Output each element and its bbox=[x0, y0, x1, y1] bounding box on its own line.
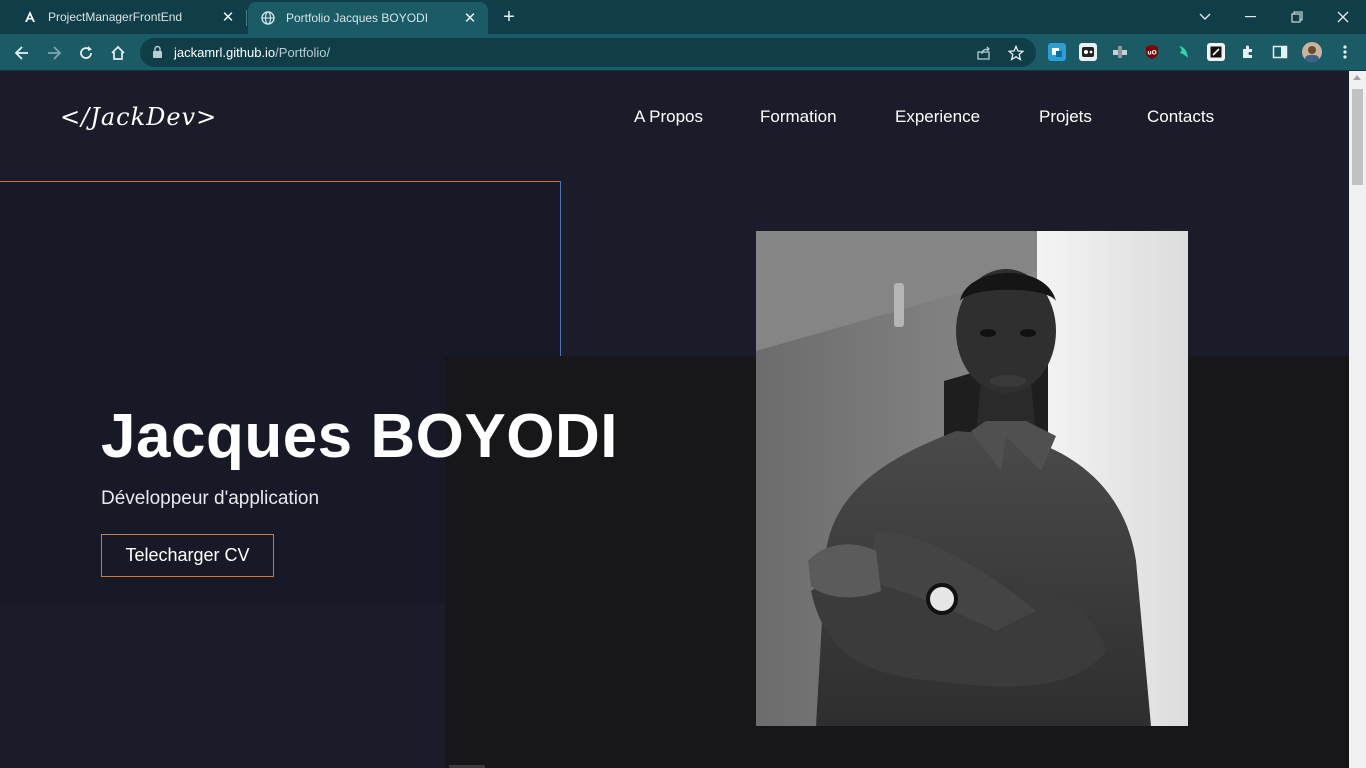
page-scrollbar[interactable] bbox=[1349, 71, 1366, 768]
tab-strip: ProjectManagerFrontEnd ✕ Portfolio Jacqu… bbox=[0, 0, 1366, 34]
extension-translate-icon[interactable] bbox=[1048, 43, 1066, 61]
portfolio-page: </JackDev> A Propos Formation Experience… bbox=[0, 71, 1349, 768]
scroll-up-arrow-icon[interactable] bbox=[1353, 75, 1361, 80]
close-tab-icon[interactable]: ✕ bbox=[218, 7, 238, 27]
bookmark-star-icon[interactable] bbox=[1007, 44, 1025, 62]
lock-icon[interactable] bbox=[152, 45, 163, 64]
nav-a-propos[interactable]: A Propos bbox=[634, 107, 703, 127]
hero-frame-accent-line bbox=[560, 181, 561, 356]
angular-icon bbox=[22, 9, 38, 25]
address-bar[interactable]: jackamrl.github.io/Portfolio/ bbox=[140, 38, 1036, 67]
download-cv-button[interactable]: Telecharger CV bbox=[101, 534, 274, 577]
back-button[interactable] bbox=[9, 40, 35, 66]
hero-role: Développeur d'application bbox=[101, 488, 320, 509]
nav-formation[interactable]: Formation bbox=[760, 107, 837, 127]
svg-text:uO: uO bbox=[1147, 50, 1156, 57]
extension-pen-icon[interactable] bbox=[1207, 43, 1225, 61]
hero-name: Jacques BOYODI bbox=[101, 402, 618, 471]
browser-menu-icon[interactable] bbox=[1336, 43, 1354, 61]
nav-contacts[interactable]: Contacts bbox=[1147, 107, 1214, 127]
tab-search-chevron-icon[interactable] bbox=[1182, 0, 1228, 34]
extension-bird-icon[interactable] bbox=[1175, 43, 1193, 61]
extensions-puzzle-icon[interactable] bbox=[1239, 43, 1257, 61]
profile-avatar[interactable] bbox=[1302, 42, 1322, 62]
home-button[interactable] bbox=[105, 40, 131, 66]
close-tab-icon[interactable]: ✕ bbox=[460, 8, 480, 28]
ublock-origin-icon[interactable]: uO bbox=[1143, 43, 1161, 61]
restore-button[interactable] bbox=[1274, 0, 1320, 34]
globe-icon bbox=[260, 10, 276, 26]
extension-recorder-icon[interactable] bbox=[1079, 43, 1097, 61]
url-text: jackamrl.github.io/Portfolio/ bbox=[174, 45, 331, 60]
nav-projets[interactable]: Projets bbox=[1039, 107, 1092, 127]
browser-toolbar: jackamrl.github.io/Portfolio/ uO bbox=[0, 34, 1366, 71]
tab-separator bbox=[246, 10, 247, 26]
tab-title: ProjectManagerFrontEnd bbox=[48, 10, 183, 24]
share-icon[interactable] bbox=[975, 44, 993, 62]
nav-experience[interactable]: Experience bbox=[895, 107, 980, 127]
profile-photo bbox=[756, 231, 1188, 726]
scrollbar-thumb[interactable] bbox=[1352, 89, 1363, 185]
reload-button[interactable] bbox=[73, 40, 99, 66]
close-window-button[interactable] bbox=[1320, 0, 1366, 34]
side-panel-icon[interactable] bbox=[1271, 43, 1289, 61]
extension-puzzle-dark-icon[interactable] bbox=[1111, 43, 1129, 61]
tab-project-manager[interactable]: ProjectManagerFrontEnd ✕ bbox=[10, 0, 246, 34]
new-tab-button[interactable]: + bbox=[498, 6, 520, 28]
minimize-button[interactable] bbox=[1228, 0, 1274, 34]
tab-title: Portfolio Jacques BOYODI bbox=[286, 11, 429, 25]
tab-portfolio[interactable]: Portfolio Jacques BOYODI ✕ bbox=[248, 2, 488, 34]
site-logo[interactable]: </JackDev> bbox=[60, 103, 217, 131]
forward-button[interactable] bbox=[41, 40, 67, 66]
